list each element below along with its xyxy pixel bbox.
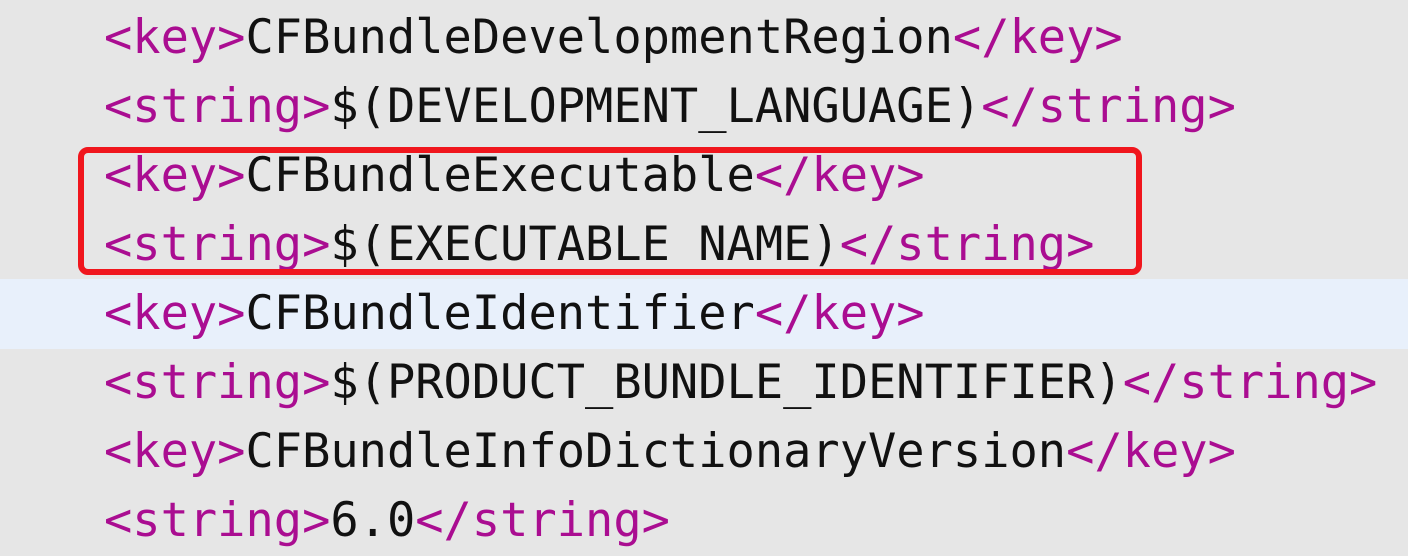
open-tag: <string> bbox=[104, 493, 331, 548]
line-value: CFBundleDevelopmentRegion bbox=[245, 10, 953, 65]
close-tag: </string> bbox=[415, 493, 670, 548]
line-value: $(PRODUCT_BUNDLE_IDENTIFIER) bbox=[330, 355, 1123, 410]
line-value: CFBundleInfoDictionaryVersion bbox=[245, 424, 1067, 479]
close-tag: </key> bbox=[754, 286, 925, 341]
code-line-string-version-value[interactable]: <string>6.0</string> bbox=[0, 486, 1408, 556]
line-value: CFBundleIdentifier bbox=[245, 286, 755, 341]
open-tag: <key> bbox=[104, 286, 246, 341]
code-line-string-product-bundle-identifier[interactable]: <string>$(PRODUCT_BUNDLE_IDENTIFIER)</st… bbox=[0, 348, 1408, 418]
close-tag: </key> bbox=[952, 10, 1123, 65]
line-value: 6.0 bbox=[330, 493, 416, 548]
highlight-annotation-box bbox=[78, 147, 1142, 275]
code-line-key-development-region[interactable]: <key>CFBundleDevelopmentRegion</key> bbox=[0, 3, 1408, 73]
open-tag: <key> bbox=[104, 10, 246, 65]
open-tag: <string> bbox=[104, 79, 331, 134]
close-tag: </key> bbox=[1066, 424, 1236, 479]
line-value: $(DEVELOPMENT_LANGUAGE) bbox=[330, 79, 982, 134]
close-tag: </string> bbox=[1122, 355, 1378, 410]
code-line-key-identifier-current[interactable]: <key>CFBundleIdentifier</key> bbox=[0, 279, 1408, 349]
open-tag: <key> bbox=[104, 424, 246, 479]
open-tag: <string> bbox=[104, 355, 331, 410]
code-line-string-development-language[interactable]: <string>$(DEVELOPMENT_LANGUAGE)</string> bbox=[0, 72, 1408, 142]
close-tag: </string> bbox=[981, 79, 1236, 134]
code-editor[interactable]: <key>CFBundleDevelopmentRegion</key> <st… bbox=[0, 0, 1408, 552]
code-line-key-info-dictionary-version[interactable]: <key>CFBundleInfoDictionaryVersion</key> bbox=[0, 417, 1408, 487]
